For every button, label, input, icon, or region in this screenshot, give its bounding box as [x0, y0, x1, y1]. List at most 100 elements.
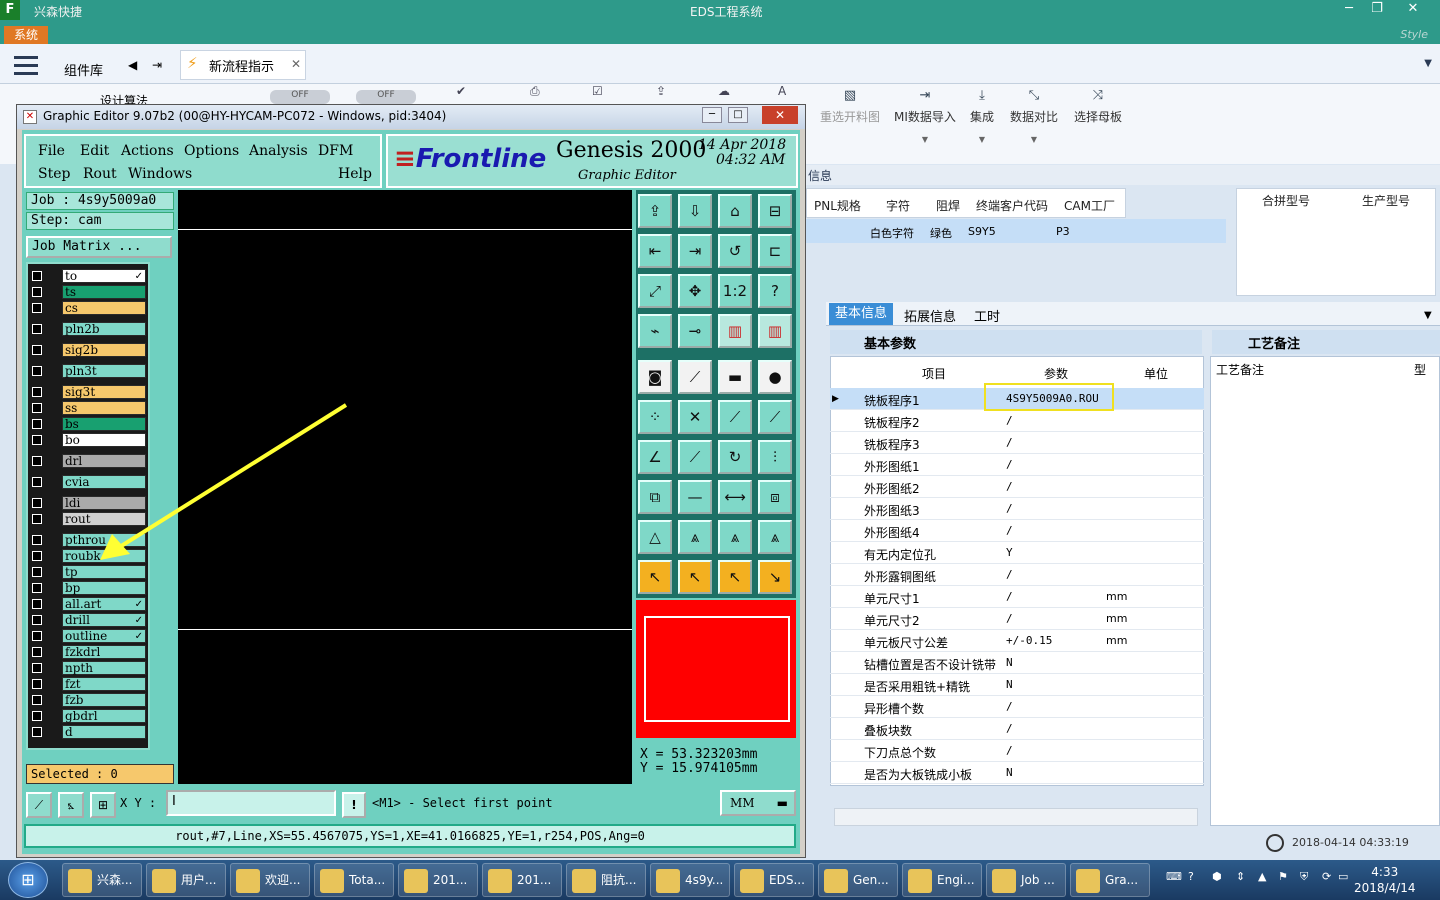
- tool-button-icon[interactable]: ↖: [638, 560, 672, 594]
- keyboard-icon[interactable]: ⌨: [1166, 870, 1182, 883]
- measure-tool-icon[interactable]: ⦩: [58, 792, 84, 818]
- grid-row[interactable]: 叠板块数 /: [830, 718, 1204, 740]
- layer-checkbox[interactable]: [32, 498, 42, 508]
- layer-row[interactable]: ts: [30, 285, 148, 299]
- grid-row[interactable]: 铣板程序2 /: [830, 410, 1204, 432]
- layer-checkbox[interactable]: [32, 514, 42, 524]
- ribbon-data-compare[interactable]: ⤡ 数据对比 ▼: [1010, 88, 1058, 144]
- col-pnl[interactable]: PNL规格: [814, 197, 861, 214]
- nav-right-icon[interactable]: ⇥: [152, 58, 162, 72]
- menu-actions[interactable]: Actions: [121, 143, 174, 159]
- layer-row[interactable]: fzt: [30, 677, 148, 691]
- job-matrix-button[interactable]: Job Matrix ...: [26, 236, 172, 258]
- layer-checkbox[interactable]: [32, 567, 42, 577]
- tool-button-icon[interactable]: ↘: [758, 560, 792, 594]
- layer-row[interactable]: pln3t: [30, 364, 148, 378]
- layer-name[interactable]: pln3t: [62, 364, 146, 378]
- grid-col-unit[interactable]: 单位: [1144, 365, 1168, 382]
- grid-col-param[interactable]: 参数: [1044, 365, 1068, 382]
- taskbar-item[interactable]: Gen...: [818, 863, 898, 897]
- tool-button-icon[interactable]: ⟷: [718, 480, 752, 514]
- layer-checkbox[interactable]: [32, 419, 42, 429]
- grid-row[interactable]: 单元板尺寸公差 +/-0.15 mm: [830, 630, 1204, 652]
- tool-button-icon[interactable]: ▬: [718, 360, 752, 394]
- xy-input[interactable]: I: [166, 790, 336, 816]
- layer-row[interactable]: fzb: [30, 693, 148, 707]
- layer-checkbox[interactable]: [32, 403, 42, 413]
- menu-rout[interactable]: Rout: [83, 166, 117, 182]
- info-selected-row[interactable]: [806, 219, 1226, 243]
- layer-checkbox[interactable]: [32, 647, 42, 657]
- tool-button-icon[interactable]: ⟋: [678, 440, 712, 474]
- layer-name[interactable]: cs: [62, 301, 146, 315]
- grid-row[interactable]: 外形图纸4 /: [830, 520, 1204, 542]
- grid-row[interactable]: 外形图纸1 /: [830, 454, 1204, 476]
- layer-checkbox[interactable]: [32, 345, 42, 355]
- layer-name[interactable]: fzt: [62, 677, 146, 691]
- grid-row[interactable]: 单元尺寸1 / mm: [830, 586, 1204, 608]
- tool-button-icon[interactable]: ⊸: [678, 314, 712, 348]
- grid-row[interactable]: 下刀点总个数 /: [830, 740, 1204, 762]
- tool-button-icon[interactable]: ●: [758, 360, 792, 394]
- tool-button-icon[interactable]: ▥: [718, 314, 752, 348]
- security-icon[interactable]: ⛨: [1300, 870, 1308, 884]
- overview-preview[interactable]: [636, 600, 796, 738]
- menu-edit[interactable]: Edit: [80, 143, 109, 159]
- network-icon[interactable]: ⚑: [1278, 870, 1288, 883]
- layer-checkbox[interactable]: [32, 631, 42, 641]
- tool-button-icon[interactable]: ⊏: [758, 234, 792, 268]
- tool-button-icon[interactable]: ⧉: [638, 480, 672, 514]
- tool-button-icon[interactable]: ↻: [718, 440, 752, 474]
- layer-name[interactable]: drill ✓: [62, 613, 146, 627]
- style-label[interactable]: Style: [1400, 28, 1428, 41]
- tool-button-icon[interactable]: ⟋: [718, 400, 752, 434]
- layer-checkbox[interactable]: [32, 599, 42, 609]
- check-icon[interactable]: ✔: [456, 84, 466, 98]
- tool-button-icon[interactable]: ⩓: [758, 520, 792, 554]
- taskbar-clock[interactable]: 4:33 2018/4/14: [1354, 864, 1416, 896]
- tool-button-icon[interactable]: ⇩: [678, 194, 712, 228]
- show-hidden-icon[interactable]: ▲: [1258, 870, 1266, 883]
- sync-icon[interactable]: ⟳: [1322, 870, 1331, 883]
- layer-row[interactable]: all.art ✓: [30, 597, 148, 611]
- tab-new-process[interactable]: ⚡ 新流程指示 ✕: [180, 50, 306, 80]
- layer-row[interactable]: npth: [30, 661, 148, 675]
- col-mask[interactable]: 阻焊: [936, 197, 960, 214]
- tool-button-icon[interactable]: ⊟: [758, 194, 792, 228]
- layer-checkbox[interactable]: [32, 711, 42, 721]
- nav-left-icon[interactable]: ◀: [128, 58, 137, 72]
- layer-checkbox[interactable]: [32, 435, 42, 445]
- layer-checkbox[interactable]: [32, 271, 42, 281]
- layer-name[interactable]: npth: [62, 661, 146, 675]
- cloud-upload-icon[interactable]: ☁: [718, 84, 730, 98]
- ribbon-select-motherboard[interactable]: ⤨ 选择母板: [1074, 88, 1122, 125]
- col-customer-code[interactable]: 终端客户代码: [976, 197, 1048, 214]
- col-merge-model[interactable]: 合拼型号: [1262, 192, 1310, 209]
- upload-icon[interactable]: ⇪: [656, 84, 666, 98]
- close-button[interactable]: ✕: [1398, 0, 1428, 18]
- layer-name[interactable]: fzkdrl: [62, 645, 146, 659]
- hamburger-menu-icon[interactable]: [14, 56, 38, 76]
- grid-row[interactable]: 钻槽位置是否不设计铣带 N: [830, 652, 1204, 674]
- tool-button-icon[interactable]: ◙: [638, 360, 672, 394]
- maximize-button[interactable]: ❐: [1362, 0, 1392, 18]
- notes-column-label-2[interactable]: 型: [1414, 361, 1426, 378]
- component-library-label[interactable]: 组件库: [64, 60, 103, 79]
- layer-name[interactable]: outline ✓: [62, 629, 146, 643]
- layer-checkbox[interactable]: [32, 477, 42, 487]
- grid-row[interactable]: 单元尺寸2 / mm: [830, 608, 1204, 630]
- taskbar-item[interactable]: Engi...: [902, 863, 982, 897]
- taskbar-item[interactable]: 欢迎...: [230, 863, 310, 897]
- grid-row[interactable]: 是否采用粗铣+精铣 N: [830, 674, 1204, 696]
- minimize-button[interactable]: ─: [1334, 0, 1364, 18]
- grid-row[interactable]: 外形图纸3 /: [830, 498, 1204, 520]
- menu-file[interactable]: File: [38, 143, 65, 159]
- tool-button-icon[interactable]: ✥: [678, 274, 712, 308]
- tool-button-icon[interactable]: ?: [758, 274, 792, 308]
- layer-checkbox[interactable]: [32, 679, 42, 689]
- ge-close-button[interactable]: ✕: [762, 106, 798, 124]
- tab-close-icon[interactable]: ✕: [291, 57, 301, 71]
- tool-button-icon[interactable]: ⇤: [638, 234, 672, 268]
- grid-row[interactable]: 是否为大板铣成小板 N: [830, 762, 1204, 784]
- layer-name[interactable]: sig3t: [62, 385, 146, 399]
